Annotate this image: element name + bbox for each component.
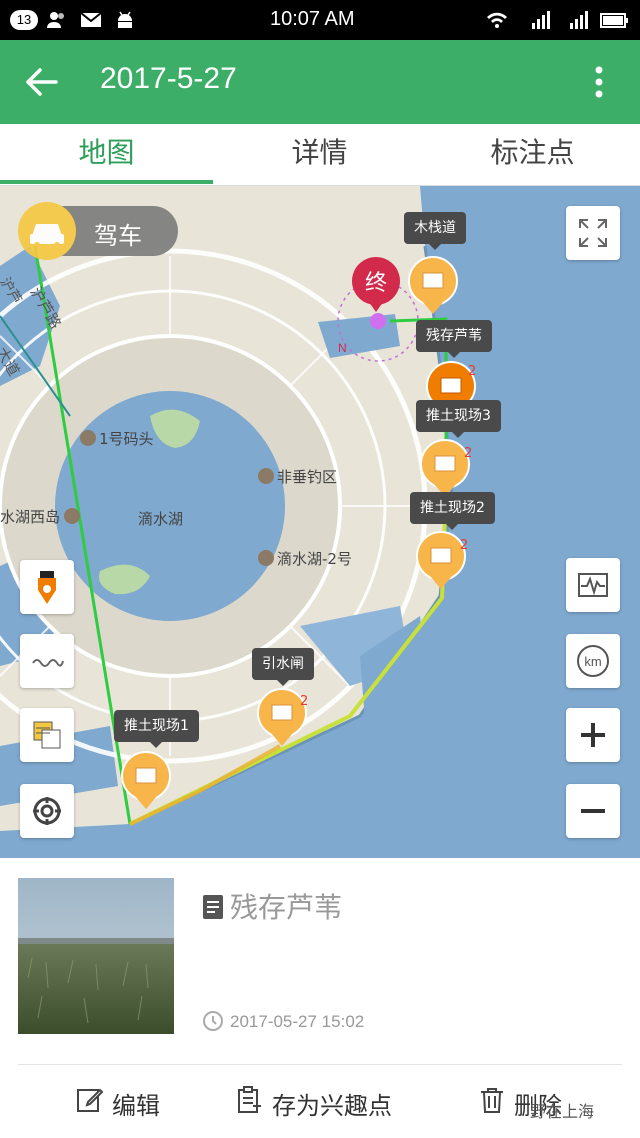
poi-label-site1[interactable]: 推土现场1 <box>114 710 199 748</box>
count-site3: 2 <box>464 446 473 461</box>
compass-n-label: N <box>338 341 347 355</box>
tab-map[interactable]: 地图 <box>0 124 213 186</box>
zoom-in-button[interactable] <box>566 708 620 762</box>
place-label-west-island: 水湖西岛 <box>0 506 83 527</box>
status-time: 10:07 AM <box>270 8 355 30</box>
poi-timestamp: 2017-05-27 15:02 <box>230 1012 365 1031</box>
wave-line-icon <box>32 659 64 667</box>
clock-icon <box>203 1011 223 1031</box>
poi-detail-panel: 残存芦苇 2017-05-27 15:02 编辑 存为兴趣点 删除 野在上海 <box>0 858 640 1138</box>
save-as-poi-label: 存为兴趣点 <box>272 1092 392 1120</box>
notification-count-badge: 13 <box>10 10 38 30</box>
save-poi-icon <box>238 1086 261 1113</box>
plus-icon <box>581 723 605 747</box>
car-icon <box>18 202 76 260</box>
battery-icon <box>600 13 628 28</box>
divider <box>18 1064 622 1065</box>
unit-km-button[interactable]: km <box>566 634 620 688</box>
poi-label-reeds[interactable]: 残存芦苇 <box>416 320 492 358</box>
drive-mode-pill[interactable]: 驾车 <box>18 202 178 260</box>
android-icon <box>118 11 132 28</box>
minus-icon <box>581 809 605 813</box>
more-options-icon[interactable] <box>584 62 614 102</box>
watermark-text: 野在上海 <box>530 1102 595 1121</box>
edit-icon <box>77 1088 104 1112</box>
pulse-chart-icon <box>578 573 608 597</box>
poi-label-sluice[interactable]: 引水闸 <box>252 648 314 686</box>
tab-markers[interactable]: 标注点 <box>426 124 639 186</box>
count-sluice: 2 <box>300 694 309 709</box>
map-layers-button[interactable] <box>20 708 74 762</box>
signal-icon-2 <box>570 11 588 29</box>
fullscreen-icon <box>579 219 607 247</box>
target-icon <box>33 797 61 825</box>
map-view[interactable]: N 沪芦路 大道 沪芦 终 驾车 1号码头 非垂钓区 水湖西岛 滴水湖 滴水湖-… <box>0 186 640 858</box>
locate-button[interactable] <box>20 784 74 838</box>
svg-text:km: km <box>584 654 601 669</box>
tab-bar: 地图 详情 标注点 <box>0 124 640 186</box>
active-tab-indicator <box>0 180 213 184</box>
km-icon: km <box>577 645 609 677</box>
page-title: 2017-5-27 <box>100 62 237 95</box>
document-icon <box>203 895 223 919</box>
place-label-lake: 滴水湖 <box>138 510 184 528</box>
zoom-out-button[interactable] <box>566 784 620 838</box>
wifi-icon <box>487 12 507 28</box>
drive-mode-label: 驾车 <box>94 222 142 250</box>
app-root: 13 10:07 AM 2017-5-27 地图 详情 标注点 N 沪芦路 大道… <box>0 0 640 1138</box>
poi-label-boardwalk[interactable]: 木栈道 <box>404 212 466 250</box>
elevation-chart-button[interactable] <box>566 558 620 612</box>
place-label-pier: 1号码头 <box>80 428 154 449</box>
back-arrow-icon[interactable] <box>22 62 62 102</box>
poi-label-site2[interactable]: 推土现场2 <box>410 492 495 530</box>
tab-details[interactable]: 详情 <box>213 124 426 186</box>
poi-photo-thumbnail[interactable] <box>18 878 174 1034</box>
track-info-button[interactable] <box>20 560 74 614</box>
end-marker-label: 终 <box>365 271 387 296</box>
status-bar: 13 10:07 AM <box>0 0 640 40</box>
edit-label: 编辑 <box>112 1092 160 1120</box>
fullscreen-button[interactable] <box>566 206 620 260</box>
poi-label-site3[interactable]: 推土现场3 <box>416 400 501 438</box>
track-style-button[interactable] <box>20 634 74 688</box>
count-site2: 2 <box>460 538 469 553</box>
contacts-icon <box>47 12 64 28</box>
app-bar: 2017-5-27 <box>0 40 640 124</box>
save-as-poi-button[interactable]: 存为兴趣点 <box>236 1084 416 1124</box>
signal-icon-1 <box>532 11 550 29</box>
edit-button[interactable]: 编辑 <box>76 1084 176 1124</box>
place-label-fishing: 非垂钓区 <box>258 466 337 487</box>
mail-icon <box>80 12 102 27</box>
trash-icon <box>481 1088 503 1113</box>
badge-pin-icon <box>38 571 56 604</box>
poi-title: 残存芦苇 <box>230 891 343 924</box>
count-reeds: 2 <box>468 364 477 379</box>
place-label-lake2: 滴水湖-2号 <box>258 548 352 569</box>
layers-icon <box>33 721 61 749</box>
map-canvas: N 沪芦路 大道 沪芦 终 <box>0 186 640 858</box>
